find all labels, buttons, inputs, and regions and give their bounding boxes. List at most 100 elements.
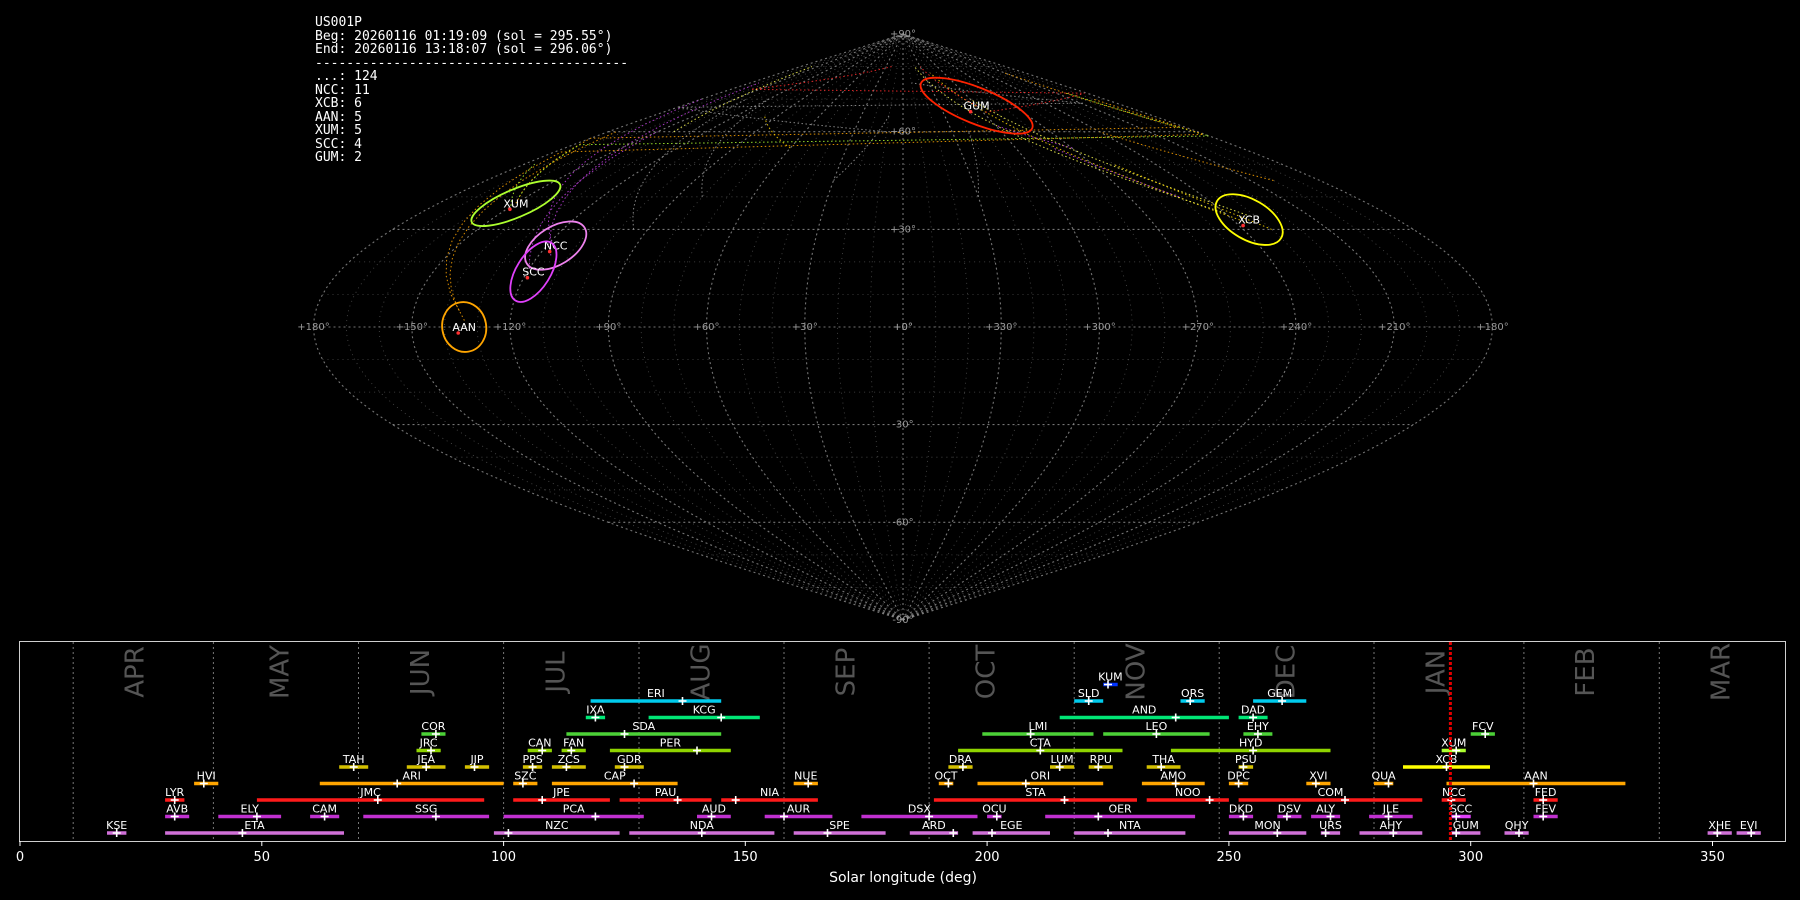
radiant-label-xcb: XCB	[1238, 214, 1260, 227]
meteor-trail	[833, 115, 890, 181]
shower-label-avb: AVB	[166, 803, 188, 816]
shower-label-ocu: OCU	[982, 803, 1006, 816]
dec-tick-label: -60°	[892, 517, 913, 528]
shower-label-com: COM	[1318, 786, 1344, 799]
shower-label-jea: JEA	[416, 753, 435, 766]
shower-label-ssg: SSG	[415, 803, 438, 816]
shower-label-gdr: GDR	[617, 753, 642, 766]
ra-tick-label: +120°	[494, 322, 526, 333]
shower-label-ard: ARD	[922, 819, 946, 832]
shower-label-cap: CAP	[604, 770, 626, 783]
shower-label-aly: ALY	[1316, 803, 1335, 816]
x-tick-label: 200	[975, 850, 1000, 865]
x-tick-label: 100	[491, 850, 516, 865]
shower-label-scc: SCC	[1450, 803, 1473, 816]
shower-label-xhe: XHE	[1708, 819, 1731, 832]
shower-label-eri: ERI	[647, 687, 665, 700]
shower-bars: KUM ERI SLD ORS GEM IXA KCG AND DAD COR SDA LMI LEO E…	[106, 642, 1761, 841]
shower-label-aan: AAN	[1524, 770, 1548, 783]
shower-label-qhy: QHY	[1505, 819, 1529, 832]
radiant-sky-map: XUMNCCSCCAANGUMXCB +180° +150° +120° +90° +6…	[297, 29, 1508, 626]
shower-label-ely: ELY	[241, 803, 260, 816]
shower-label-ncc: NCC	[1442, 786, 1466, 799]
shower-label-fev: FEV	[1535, 803, 1556, 816]
x-axis: 0 50 100 150 200 250 300 350	[16, 841, 1725, 865]
dec-tick-label: +60°	[890, 127, 916, 138]
shower-label-gem: GEM	[1267, 687, 1292, 700]
month-label-jan: JAN	[1421, 650, 1451, 696]
shower-label-evi: EVI	[1740, 819, 1758, 832]
shower-activity-timeline: APR MAY JUN JUL AUG SEP OCT NOV DEC JAN FEB MAR KUM…	[16, 641, 1786, 886]
shower-label-lmi: LMI	[1028, 720, 1047, 733]
shower-label-amo: AMO	[1160, 770, 1186, 783]
shower-label-pca: PCA	[563, 803, 585, 816]
month-label-jul: JUL	[541, 651, 571, 695]
x-tick-label: 0	[16, 850, 24, 865]
x-tick-label: 350	[1700, 850, 1725, 865]
shower-label-kum: KUM	[1098, 671, 1122, 684]
shower-label-sta: STA	[1025, 786, 1046, 799]
meteor-trail	[995, 124, 1073, 149]
radiant-label-xum: XUM	[503, 197, 528, 210]
shower-label-dsx: DSX	[908, 803, 931, 816]
ra-tick-label: +30°	[792, 322, 818, 333]
dec-tick-label: -90°	[892, 615, 913, 626]
shower-label-kse: KSE	[106, 819, 127, 832]
shower-label-per: PER	[660, 737, 682, 750]
shower-label-fan: FAN	[563, 737, 584, 750]
shower-label-lum: LUM	[1051, 753, 1074, 766]
shower-label-oct: OCT	[934, 770, 957, 783]
shower-label-hvi: HVI	[197, 770, 216, 783]
shower-label-nia: NIA	[760, 786, 779, 799]
shower-label-fed: FED	[1535, 786, 1557, 799]
month-label-mar: MAR	[1707, 643, 1737, 701]
month-label-nov: NOV	[1122, 643, 1152, 700]
shower-label-jip: JIP	[469, 753, 483, 766]
shower-label-gum: GUM	[1453, 819, 1479, 832]
radiant-label-gum: GUM	[964, 100, 990, 113]
month-label-oct: OCT	[972, 645, 1002, 700]
dec-tick-label: +30°	[890, 224, 916, 235]
shower-label-ehy: EHY	[1247, 720, 1269, 733]
shower-label-jle: JLE	[1382, 803, 1399, 816]
shower-label-dsv: DSV	[1278, 803, 1301, 816]
shower-label-kcg: KCG	[693, 704, 716, 717]
shower-label-nta: NTA	[1119, 819, 1141, 832]
shower-label-aud: AUD	[702, 803, 726, 816]
x-tick-label: 300	[1458, 850, 1483, 865]
month-label-may: MAY	[266, 645, 296, 699]
shower-label-psu: PSU	[1235, 753, 1257, 766]
shower-label-dad: DAD	[1241, 704, 1265, 717]
count-gum: GUM: 2	[315, 150, 362, 165]
ra-tick-label: +90°	[595, 322, 621, 333]
shower-label-jpe: JPE	[552, 786, 570, 799]
shower-label-ari: ARI	[402, 770, 420, 783]
shower-label-nzc: NZC	[545, 819, 569, 832]
shower-label-and: AND	[1132, 704, 1156, 717]
meteor-trail	[677, 82, 1084, 133]
ra-tick-label: +240°	[1280, 322, 1312, 333]
shower-label-sld: SLD	[1078, 687, 1100, 700]
shower-label-can: CAN	[528, 737, 551, 750]
shower-label-spe: SPE	[829, 819, 850, 832]
shower-label-dkd: DKD	[1229, 803, 1253, 816]
shower-label-dra: DRA	[949, 753, 973, 766]
x-tick-label: 50	[254, 850, 271, 865]
shower-label-ors: ORS	[1181, 687, 1204, 700]
ra-tick-label: +60°	[693, 322, 719, 333]
shower-label-mon: MON	[1254, 819, 1280, 832]
shower-label-cor: COR	[421, 720, 445, 733]
ra-tick-label: +330°	[985, 322, 1017, 333]
meteor-trail	[1099, 131, 1274, 181]
shower-label-fcv: FCV	[1472, 720, 1494, 733]
shower-label-sda: SDA	[632, 720, 655, 733]
shower-label-pps: PPS	[522, 753, 542, 766]
month-label-feb: FEB	[1571, 647, 1601, 696]
shower-label-szc: SZC	[514, 770, 537, 783]
radiant-label-aan: AAN	[452, 321, 476, 334]
dec-tick-label: -30°	[892, 420, 913, 431]
shower-label-tha: THA	[1151, 753, 1175, 766]
shower-label-ahy: AHY	[1380, 819, 1403, 832]
shower-label-ege: EGE	[1000, 819, 1022, 832]
shower-label-nda: NDA	[690, 819, 715, 832]
